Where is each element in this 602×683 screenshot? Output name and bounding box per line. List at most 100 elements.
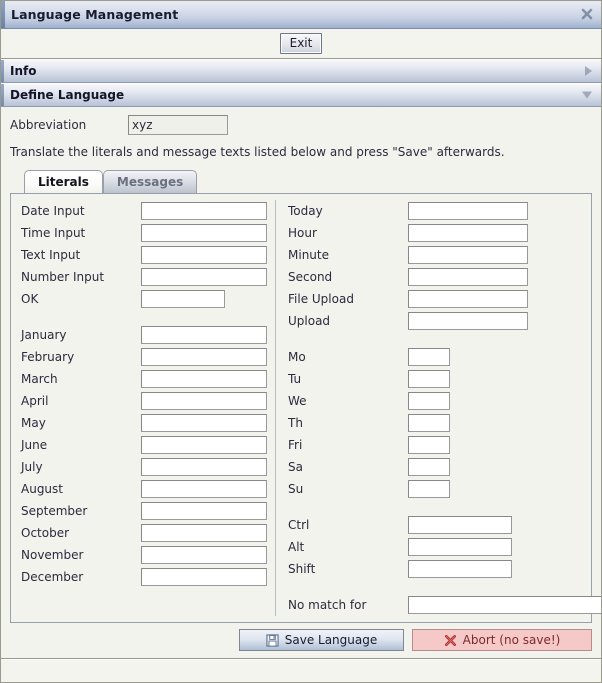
literal-row: April — [21, 390, 267, 412]
red-x-icon — [444, 634, 457, 647]
literal-row: Today — [288, 200, 602, 222]
literal-label: We — [288, 394, 307, 408]
section-header-define-language[interactable]: Define Language — [0, 83, 602, 107]
literal-label: Upload — [288, 314, 331, 328]
tab-literals[interactable]: Literals — [24, 170, 103, 193]
literal-row: Su — [288, 478, 602, 500]
literal-label: March — [21, 372, 58, 386]
literal-row: January — [21, 324, 267, 346]
literal-input[interactable] — [408, 202, 528, 220]
literal-input[interactable] — [408, 596, 602, 614]
window-status-strip — [0, 659, 602, 683]
literal-input[interactable] — [141, 392, 267, 410]
chevron-right-icon[interactable] — [585, 66, 592, 76]
literal-input[interactable] — [141, 224, 267, 242]
section-title-define-language: Define Language — [10, 88, 125, 102]
literal-input[interactable] — [141, 326, 267, 344]
literal-row: May — [21, 412, 267, 434]
literal-row: August — [21, 478, 267, 500]
literal-label: July — [21, 460, 43, 474]
literal-input[interactable] — [141, 480, 267, 498]
literal-row: Shift — [288, 558, 602, 580]
literal-label: No match for — [288, 598, 367, 612]
literal-input[interactable] — [408, 268, 528, 286]
literal-input[interactable] — [408, 224, 528, 242]
literal-input[interactable] — [141, 414, 267, 432]
literal-label: February — [21, 350, 75, 364]
literal-input[interactable] — [408, 436, 450, 454]
literal-input[interactable] — [141, 568, 267, 586]
literal-input[interactable] — [141, 436, 267, 454]
literal-row: Date Input — [21, 200, 267, 222]
literal-input[interactable] — [141, 546, 267, 564]
literals-tab-panel: Date Input Time Input Text Input Number Inp… — [10, 193, 602, 623]
literal-input[interactable] — [408, 290, 528, 308]
literal-input[interactable] — [408, 480, 450, 498]
language-management-window: Language Management Exit Info Define Lan… — [0, 0, 602, 683]
literal-row: We — [288, 390, 602, 412]
save-language-button[interactable]: Save Language — [239, 629, 404, 651]
literal-label: OK — [21, 292, 39, 306]
literal-input[interactable] — [141, 524, 267, 542]
literal-input[interactable] — [141, 370, 267, 388]
literal-label: Number Input — [21, 270, 105, 284]
literal-input[interactable] — [408, 414, 450, 432]
instruction-text: Translate the literals and message texts… — [10, 145, 505, 159]
literal-label: Minute — [288, 248, 329, 262]
literal-label: Hour — [288, 226, 317, 240]
abort-button[interactable]: Abort (no save!) — [412, 629, 592, 651]
window-title: Language Management — [11, 6, 179, 22]
abbreviation-input[interactable] — [128, 115, 228, 135]
literal-label: October — [21, 526, 70, 540]
literal-input[interactable] — [408, 560, 512, 578]
literal-row: Th — [288, 412, 602, 434]
window-toolbar: Exit — [0, 29, 602, 59]
literal-input[interactable] — [408, 312, 528, 330]
literal-row: Tu — [288, 368, 602, 390]
literal-input[interactable] — [408, 538, 512, 556]
literal-label: Su — [288, 482, 304, 496]
literal-row: Second — [288, 266, 602, 288]
literal-label: Mo — [288, 350, 306, 364]
literal-input-focused[interactable] — [141, 268, 267, 286]
literal-input[interactable] — [141, 290, 225, 308]
literal-label: Th — [288, 416, 303, 430]
literal-label: Tu — [288, 372, 302, 386]
section-header-info[interactable]: Info — [0, 59, 602, 83]
literal-input[interactable] — [408, 370, 450, 388]
literal-label: Date Input — [21, 204, 85, 218]
right-group-time: Today Hour Minute Second File Upload Upload — [288, 200, 602, 332]
literal-input[interactable] — [408, 246, 528, 264]
literal-input[interactable] — [408, 348, 450, 366]
tab-messages[interactable]: Messages — [102, 170, 198, 193]
chevron-down-icon[interactable] — [582, 91, 592, 99]
literal-label: Sa — [288, 460, 303, 474]
literal-input[interactable] — [141, 246, 267, 264]
literal-input[interactable] — [141, 458, 267, 476]
floppy-disk-icon — [266, 633, 279, 647]
literal-input[interactable] — [141, 502, 267, 520]
window-titlebar: Language Management — [0, 0, 602, 29]
literal-row: OK — [21, 288, 267, 310]
literal-input[interactable] — [141, 348, 267, 366]
left-group-months: January February March April May June July Augu… — [21, 324, 267, 588]
literal-input[interactable] — [408, 392, 450, 410]
right-group-weekdays: Mo Tu We Th Fri Sa Su — [288, 346, 602, 500]
literal-row: No match for — [288, 594, 602, 616]
close-icon[interactable] — [580, 7, 594, 21]
right-group-nomatch: No match for — [288, 594, 602, 616]
literal-input[interactable] — [408, 458, 450, 476]
literal-row: Minute — [288, 244, 602, 266]
literal-label: Time Input — [21, 226, 86, 240]
literal-row: December — [21, 566, 267, 588]
literal-row: July — [21, 456, 267, 478]
literal-label: Alt — [288, 540, 305, 554]
literal-row: September — [21, 500, 267, 522]
literal-input[interactable] — [141, 202, 267, 220]
form-action-bar: Save Language Abort (no save!) — [0, 623, 602, 659]
literal-input[interactable] — [408, 516, 512, 534]
literal-label: Fri — [288, 438, 303, 452]
exit-button[interactable]: Exit — [279, 33, 323, 54]
literal-label: Text Input — [21, 248, 81, 262]
literals-left-column: Date Input Time Input Text Input Number Inp… — [11, 200, 276, 616]
